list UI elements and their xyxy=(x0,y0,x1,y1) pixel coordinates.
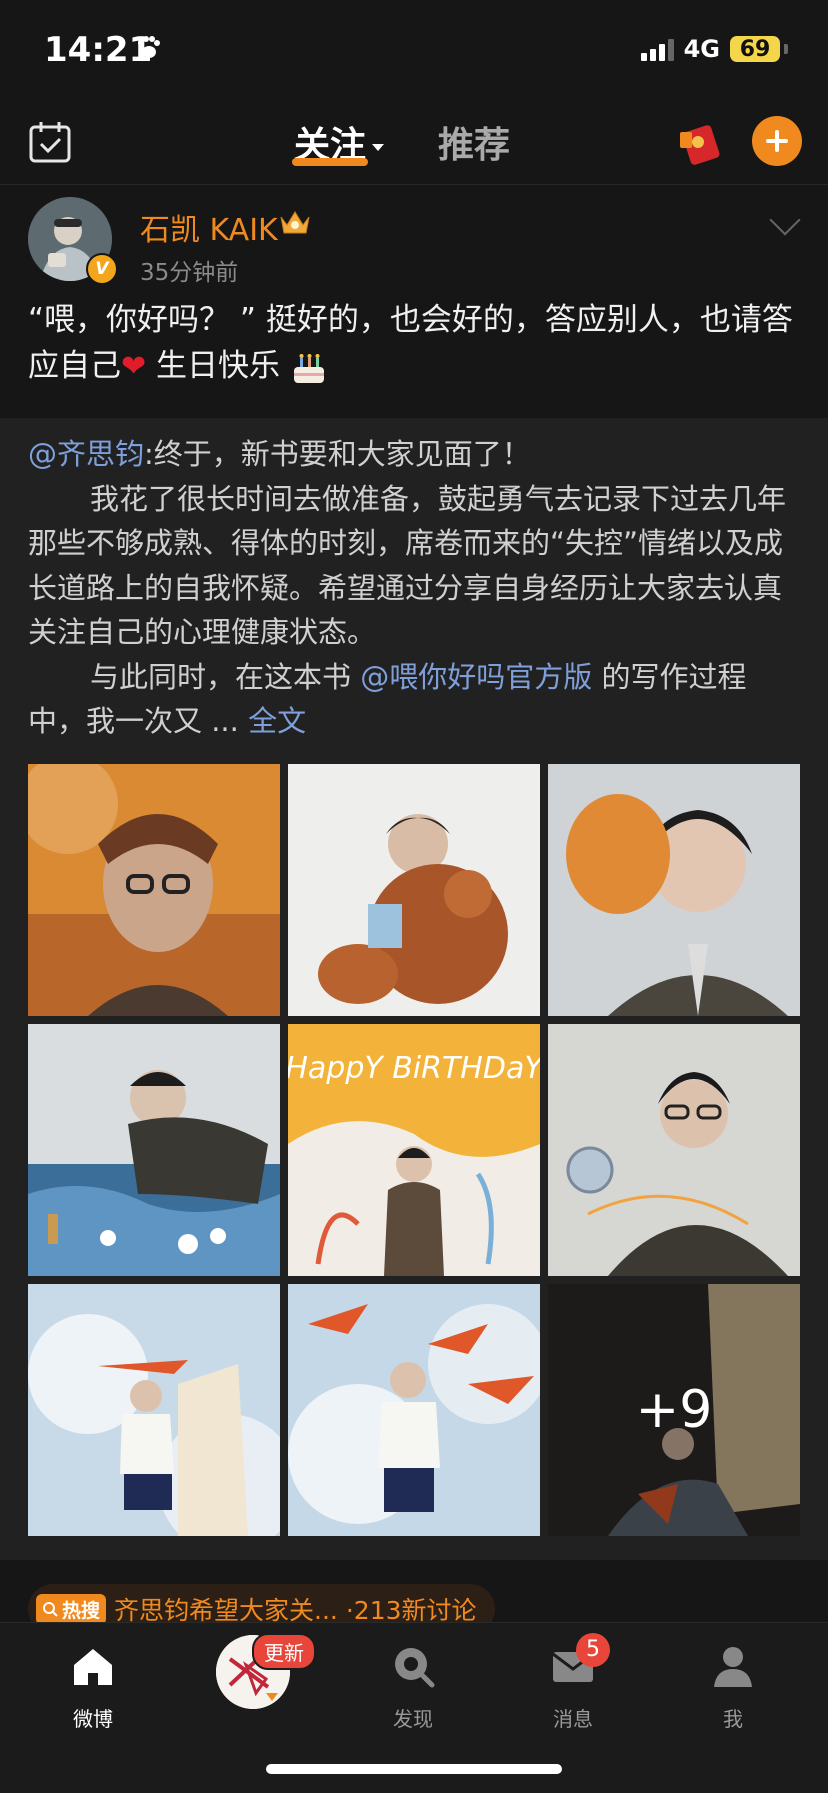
photo-8[interactable] xyxy=(288,1284,540,1536)
post-text-birthday: 生日快乐 xyxy=(146,348,280,384)
full-text-link[interactable]: 全文 xyxy=(248,704,306,738)
compose-plus-button[interactable] xyxy=(752,116,802,166)
battery-level: 69 xyxy=(739,36,771,62)
photo-grid: HappY BiRTHDaY +9 xyxy=(28,764,800,1536)
tab-discover[interactable]: 发现 xyxy=(358,1643,468,1732)
repost-text: @齐思钧:终于，新书要和大家见面了！ 我花了很长时间去做准备，鼓起勇气去记录下过… xyxy=(28,432,800,744)
photo-4[interactable] xyxy=(28,1024,280,1276)
tab-messages-label: 消息 xyxy=(553,1707,593,1731)
post-text: “喂，你好吗？ ” 挺好的，也会好的，答应别人，也请答应自己❤ 生日快乐 xyxy=(28,297,800,390)
active-tab-indicator xyxy=(292,158,368,166)
more-photos-overlay[interactable]: +9 xyxy=(548,1284,800,1536)
tab-discover-label: 发现 xyxy=(393,1707,433,1731)
tab-messages[interactable]: 消息 xyxy=(518,1643,628,1732)
tab-weibo[interactable]: 微博 xyxy=(38,1643,148,1732)
photo-9[interactable]: +9 xyxy=(548,1284,800,1536)
verified-badge-icon: V xyxy=(86,253,118,285)
user-icon xyxy=(714,1647,752,1687)
photo-6[interactable] xyxy=(548,1024,800,1276)
photo-5-overlay-text: HappY BiRTHDaY xyxy=(288,1051,540,1086)
post-time: 35分钟前 xyxy=(140,260,239,286)
tab-me-label: 我 xyxy=(723,1707,743,1731)
signal-icon xyxy=(640,37,674,61)
cake-emoji-icon xyxy=(293,353,324,383)
top-nav: 关注 推荐 xyxy=(0,100,828,185)
repost-paragraph-2a: 与此同时，在这本书 xyxy=(90,659,352,694)
update-badge: 更新 xyxy=(252,1633,316,1670)
photo-2[interactable] xyxy=(288,764,540,1016)
heart-emoji: ❤ xyxy=(121,349,147,384)
battery-icon: 69 xyxy=(730,36,780,62)
tab-me[interactable]: 我 xyxy=(678,1643,788,1732)
home-indicator xyxy=(266,1764,562,1774)
home-icon xyxy=(74,1649,112,1685)
paw-icon xyxy=(138,36,160,58)
search-icon xyxy=(43,1602,58,1617)
tab-weibo-label: 微博 xyxy=(73,1707,113,1731)
chevron-down-icon xyxy=(372,143,385,151)
hot-search-tag-label: 热搜 xyxy=(62,1599,101,1622)
repost-intro: :终于，新书要和大家见面了！ xyxy=(144,437,531,471)
photo-1[interactable] xyxy=(28,764,280,1016)
post-username[interactable]: 石凯 KAIK xyxy=(140,205,278,249)
red-envelope-icon[interactable] xyxy=(676,118,724,166)
photo-7[interactable] xyxy=(28,1284,280,1536)
messages-count-badge: 5 xyxy=(576,1633,610,1667)
hot-search-tag: 热搜 xyxy=(36,1593,107,1625)
photo-3[interactable] xyxy=(548,764,800,1016)
repost-paragraph-1: 我花了很长时间去做准备，鼓起勇气去记录下过去几年那些不够成熟、得体的时刻，席卷而… xyxy=(28,481,787,650)
post-menu-chevron-icon[interactable] xyxy=(769,204,801,236)
photo-5[interactable]: HappY BiRTHDaY xyxy=(288,1024,540,1276)
repost-book-mention[interactable]: @喂你好吗官方版 xyxy=(360,660,592,694)
tab-recommend[interactable]: 推荐 xyxy=(438,116,510,168)
crown-badge-icon xyxy=(280,211,310,234)
discover-icon xyxy=(395,1648,435,1688)
status-bar: 14:21 4G 69 xyxy=(0,0,828,100)
repost-block[interactable]: @齐思钧:终于，新书要和大家见面了！ 我花了很长时间去做准备，鼓起勇气去记录下过… xyxy=(0,418,828,1560)
repost-mention[interactable]: @齐思钧 xyxy=(28,437,144,471)
calendar-check-icon[interactable] xyxy=(28,120,72,164)
battery-cap xyxy=(784,44,788,54)
network-type: 4G xyxy=(683,35,720,63)
